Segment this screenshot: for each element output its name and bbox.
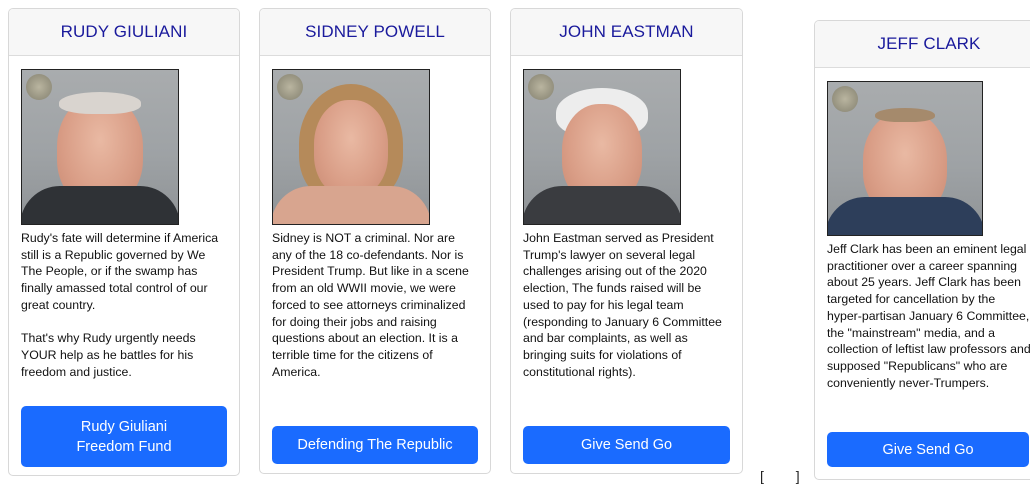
sheriff-badge-icon [277, 74, 303, 100]
card-description: John Eastman served as President Trump's… [523, 231, 722, 379]
mugshot-photo [21, 69, 179, 225]
card-description: Jeff Clark has been an eminent legal pra… [827, 242, 1030, 390]
defending-the-republic-button[interactable]: Defending The Republic [272, 426, 478, 464]
card-john-eastman: JOHN EASTMAN John Eastman served as Pres… [510, 8, 743, 474]
sheriff-badge-icon [832, 86, 858, 112]
bracket-glyph: [ ] [760, 468, 814, 484]
mugshot-photo [272, 69, 430, 225]
sheriff-badge-icon [528, 74, 554, 100]
card-description: Rudy's fate will determine if America st… [21, 231, 219, 379]
rudy-giuliani-freedom-fund-button[interactable]: Rudy Giuliani Freedom Fund [21, 406, 227, 467]
card-title: JOHN EASTMAN [511, 9, 742, 56]
card-rudy-giuliani: RUDY GIULIANI Rudy's fate will determine… [8, 8, 240, 476]
card-description: Sidney is NOT a criminal. Nor are any of… [272, 231, 469, 379]
sheriff-badge-icon [26, 74, 52, 100]
card-title: RUDY GIULIANI [9, 9, 239, 56]
mugshot-photo [523, 69, 681, 225]
give-send-go-button[interactable]: Give Send Go [523, 426, 730, 464]
card-jeff-clark: JEFF CLARK Jeff Clark has been an eminen… [814, 20, 1030, 480]
give-send-go-button[interactable]: Give Send Go [827, 432, 1029, 467]
card-title: JEFF CLARK [815, 21, 1030, 68]
card-sidney-powell: SIDNEY POWELL Sidney is NOT a criminal. … [259, 8, 491, 474]
card-title: SIDNEY POWELL [260, 9, 490, 56]
mugshot-photo [827, 81, 983, 236]
